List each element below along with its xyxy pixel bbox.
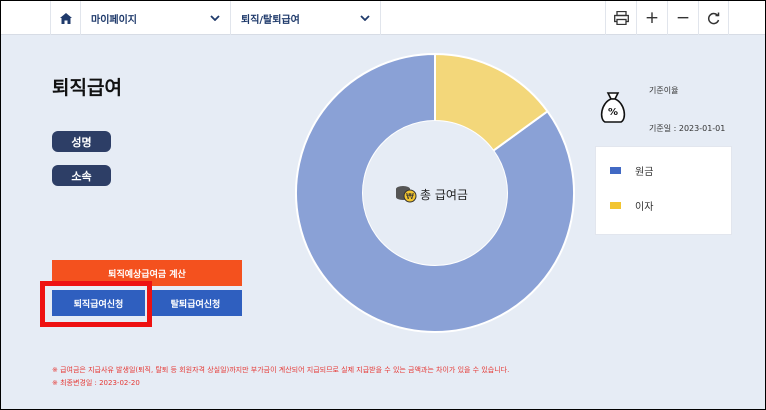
zoom-out-button[interactable]: − — [667, 1, 698, 35]
home-button[interactable] — [51, 1, 81, 35]
chart-legend: 원금 이자 — [595, 146, 732, 235]
legend-label: 이자 — [635, 202, 654, 213]
withdrawal-apply-button[interactable]: 탈퇴급여신청 — [149, 290, 242, 316]
legend-swatch — [610, 167, 621, 174]
svg-text:%: % — [608, 107, 618, 118]
legend-swatch — [610, 202, 621, 209]
refresh-button[interactable] — [698, 1, 729, 35]
top-nav-bar: 마이페이지 퇴직/탈퇴급여 + − — [1, 1, 765, 35]
dept-label-badge: 소속 — [52, 165, 111, 186]
page-title: 퇴직급여 — [52, 77, 122, 99]
base-date-text: 기준일 : 2023-01-01 — [649, 124, 726, 133]
highlight-box — [40, 281, 152, 327]
minus-icon: − — [675, 8, 691, 28]
money-bag-icon: % — [600, 92, 626, 123]
footnote-last-updated: ※ 최종변경일 : 2023-02-20 — [52, 379, 140, 387]
plus-icon: + — [644, 8, 660, 28]
printer-icon — [613, 11, 629, 25]
refresh-icon — [707, 12, 720, 24]
print-button[interactable] — [605, 1, 636, 35]
menu-dropdown-label: 퇴직/탈퇴급여 — [241, 14, 300, 26]
menu-dropdown-mypage[interactable]: 마이페이지 — [81, 1, 231, 35]
chart-center-text: 총 급여금 — [420, 187, 468, 202]
svg-text:₩: ₩ — [406, 192, 414, 201]
footnote-disclaimer: ※ 급여금은 지급사유 발생일(퇴직, 탈퇴 등 회원자격 상실일)까지만 부가… — [52, 366, 510, 374]
chart-center-label: ₩ 총 급여금 — [395, 185, 468, 203]
app-frame: 마이페이지 퇴직/탈퇴급여 + − 퇴직급여 성명 소속 퇴직예상급여금 계산 … — [1, 1, 765, 409]
name-label-badge: 성명 — [52, 131, 111, 152]
zoom-in-button[interactable]: + — [636, 1, 667, 35]
legend-item-interest: 이자 — [610, 198, 653, 213]
chevron-down-icon — [210, 15, 220, 21]
nav-spacer — [1, 1, 51, 35]
chevron-down-icon — [360, 15, 370, 21]
legend-label: 원금 — [635, 167, 654, 178]
coin-stack-icon: ₩ — [396, 186, 417, 203]
menu-dropdown-retirement[interactable]: 퇴직/탈퇴급여 — [231, 1, 381, 35]
menu-dropdown-label: 마이페이지 — [91, 14, 137, 26]
legend-item-principal: 원금 — [610, 163, 653, 178]
home-icon — [59, 12, 72, 24]
base-rate-label: 기준이율 — [649, 86, 679, 95]
